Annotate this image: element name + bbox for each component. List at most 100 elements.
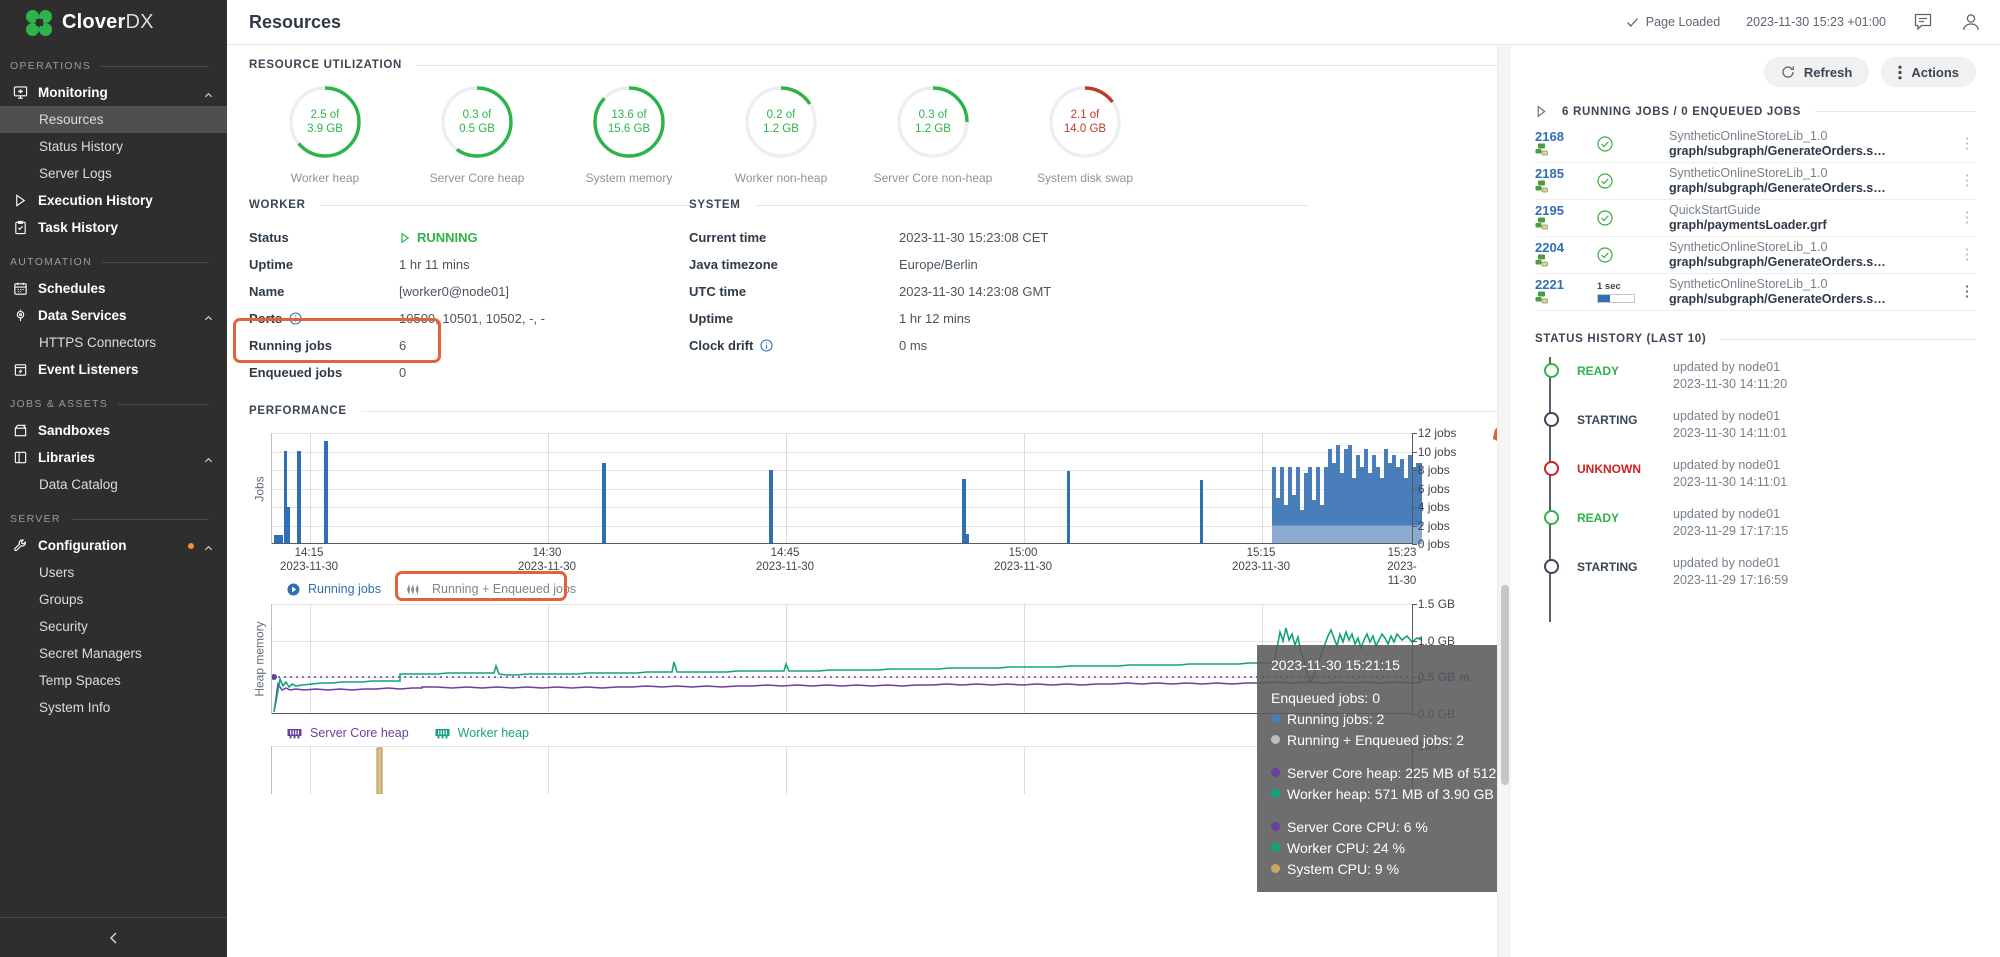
heap-plot-area (271, 604, 1412, 714)
sidebar-item-server-logs[interactable]: Server Logs (0, 160, 227, 187)
sidebar-item-label: Security (39, 619, 88, 634)
system-row-current-time: Current time 2023-11-30 15:23:08 CET (689, 227, 1309, 248)
app-root: CloverDX OPERATIONS Monitoring Resources… (0, 0, 2000, 957)
chevron-up-icon[interactable] (204, 453, 213, 462)
refresh-button[interactable]: Refresh (1764, 57, 1869, 87)
job-id[interactable]: 2185 (1535, 166, 1597, 197)
chevron-up-icon[interactable] (204, 541, 213, 550)
sidebar-item-secret-managers[interactable]: Secret Managers (0, 640, 227, 667)
tooltip-worker-heap: Worker heap: 571 MB of 3.90 GB (1271, 784, 1497, 805)
job-id[interactable]: 2204 (1535, 240, 1597, 271)
job-row[interactable]: 2168 SyntheticOnlineStoreLib_1.0 graph/s… (1535, 126, 1976, 163)
jobs-y-axis: 12 jobs 10 jobs 8 jobs 6 jobs 4 jobs 2 j… (1412, 433, 1497, 544)
sidebar-item-data-services[interactable]: Data Services (0, 302, 227, 329)
sidebar-item-configuration[interactable]: Configuration (0, 532, 227, 559)
sidebar-item-sandboxes[interactable]: Sandboxes (0, 417, 227, 444)
tooltip-worker-cpu: Worker CPU: 24 % (1271, 838, 1497, 859)
sidebar-item-temp-spaces[interactable]: Temp Spaces (0, 667, 227, 694)
gauge-ring: 2.5 of3.9 GB (286, 83, 364, 161)
job-row[interactable]: 2221 1 sec SyntheticOnlineStoreLib_1.0 g… (1535, 274, 1976, 311)
sidebar-item-label: Event Listeners (38, 362, 139, 377)
job-row[interactable]: 2185 SyntheticOnlineStoreLib_1.0 graph/s… (1535, 163, 1976, 200)
chevron-up-icon[interactable] (204, 88, 213, 97)
worker-panel: WORKER Status RUNNING Upti (249, 185, 689, 383)
monitor-icon (12, 84, 29, 101)
sidebar-item-system-info[interactable]: System Info (0, 694, 227, 721)
status-meta: updated by node012023-11-29 17:16:59 (1673, 553, 1788, 589)
worker-row-running-jobs: Running jobs 6 (249, 335, 689, 356)
sidebar-item-event-listeners[interactable]: Event Listeners (0, 356, 227, 383)
sidebar-item-groups[interactable]: Groups (0, 586, 227, 613)
sidebar-collapse-button[interactable] (0, 917, 227, 957)
job-id[interactable]: 2221 (1535, 277, 1597, 308)
gauge-system-disk-swap: 2.1 of14.0 GB System disk swap (1009, 83, 1161, 185)
sidebar-item-execution-history[interactable]: Execution History (0, 187, 227, 214)
tooltip-enqueued-jobs: Enqueued jobs: 0 (1271, 688, 1497, 709)
sidebar-item-security[interactable]: Security (0, 613, 227, 640)
job-row[interactable]: 2204 SyntheticOnlineStoreLib_1.0 graph/s… (1535, 237, 1976, 274)
notes-icon[interactable] (1912, 11, 1934, 33)
gauge-value: 0.2 of1.2 GB (742, 83, 820, 161)
job-menu-button[interactable]: ⋮ (1958, 142, 1976, 146)
chevron-up-icon[interactable] (204, 311, 213, 320)
content-scrollbar[interactable] (1497, 45, 1511, 957)
divider (1720, 339, 1976, 340)
sidebar-item-monitoring[interactable]: Monitoring (0, 79, 227, 106)
actions-button[interactable]: Actions (1881, 57, 1976, 87)
legend-server-core-heap[interactable]: Server Core heap (279, 722, 417, 744)
legend-worker-heap[interactable]: Worker heap (427, 722, 537, 744)
panel-actions: Refresh Actions (1535, 57, 1976, 87)
x-tick: 15:152023-11-30 (1232, 546, 1290, 574)
sidebar-item-data-catalog[interactable]: Data Catalog (0, 471, 227, 498)
job-menu-button[interactable]: ⋮ (1958, 216, 1976, 220)
status-history-item: READY updated by node012023-11-30 14:11:… (1545, 357, 1976, 406)
sidebar-item-https-connectors[interactable]: HTTPS Connectors (0, 329, 227, 356)
status-history-item: STARTING updated by node012023-11-29 17:… (1545, 553, 1976, 602)
job-id[interactable]: 2195 (1535, 203, 1597, 234)
legend-running-jobs[interactable]: Running jobs (279, 578, 389, 600)
user-avatar-icon[interactable] (1960, 11, 1982, 33)
sidebar-item-status-history[interactable]: Status History (0, 133, 227, 160)
job-path: graph/paymentsLoader.grf (1669, 218, 1958, 233)
system-panel: SYSTEM Current time 2023-11-30 15:23:08 … (689, 185, 1309, 383)
gauge-ring: 0.2 of1.2 GB (742, 83, 820, 161)
heap-series-svg (272, 604, 1422, 714)
main-area: Resources Page Loaded 2023-11-30 15:23 +… (227, 0, 2000, 957)
system-row-uptime: Uptime 1 hr 12 mins (689, 308, 1309, 329)
info-icon[interactable] (760, 339, 773, 352)
status-history-header: STATUS HISTORY (LAST 10) (1535, 311, 1976, 345)
gauge-ring: 0.3 of0.5 GB (438, 83, 516, 161)
job-menu-button[interactable]: ⋮ (1958, 179, 1976, 183)
wrench-icon (12, 537, 29, 554)
sidebar-item-libraries[interactable]: Libraries (0, 444, 227, 471)
gauge-label: System memory (553, 171, 705, 185)
sidebar-item-task-history[interactable]: Task History (0, 214, 227, 241)
system-kv-list: Current time 2023-11-30 15:23:08 CET Jav… (689, 211, 1309, 356)
status-text: Page Loaded (1646, 15, 1720, 29)
divider (118, 404, 209, 405)
sidebar-item-resources[interactable]: Resources (0, 106, 227, 133)
chart-tooltip: 2023-11-30 15:21:15 Enqueued jobs: 0 Run… (1257, 645, 1497, 892)
job-menu-button[interactable]: ⋮ (1958, 253, 1976, 257)
divider (320, 205, 689, 206)
info-icon[interactable] (289, 312, 302, 325)
worker-row-status: Status RUNNING (249, 227, 689, 248)
sidebar-item-schedules[interactable]: Schedules (0, 275, 227, 302)
job-library: QuickStartGuide (1669, 203, 1958, 218)
body-split: RESOURCE UTILIZATION 2.5 of3.9 GB Worker… (227, 45, 2000, 957)
sidebar-item-users[interactable]: Users (0, 559, 227, 586)
x-tick: 15:002023-11-30 (994, 546, 1052, 574)
memory-icon (287, 727, 302, 739)
legend-running-enqueued-jobs[interactable]: Running + Enqueued jobs (399, 578, 584, 600)
job-row[interactable]: 2195 QuickStartGuide graph/paymentsLoade… (1535, 200, 1976, 237)
content-column: RESOURCE UTILIZATION 2.5 of3.9 GB Worker… (227, 45, 1497, 957)
brand-logo[interactable]: CloverDX (0, 0, 227, 45)
gauge-server-core-heap: 0.3 of0.5 GB Server Core heap (401, 83, 553, 185)
job-menu-button[interactable]: ⋮ (1958, 290, 1976, 294)
check-circle-icon (1597, 210, 1613, 226)
scrollbar-thumb[interactable] (1501, 585, 1509, 785)
job-names: SyntheticOnlineStoreLib_1.0 graph/subgra… (1669, 166, 1958, 196)
job-id[interactable]: 2168 (1535, 129, 1597, 160)
gauge-worker-non-heap: 0.2 of1.2 GB Worker non-heap (705, 83, 857, 185)
jobs-chart: Jobs (249, 433, 1497, 600)
